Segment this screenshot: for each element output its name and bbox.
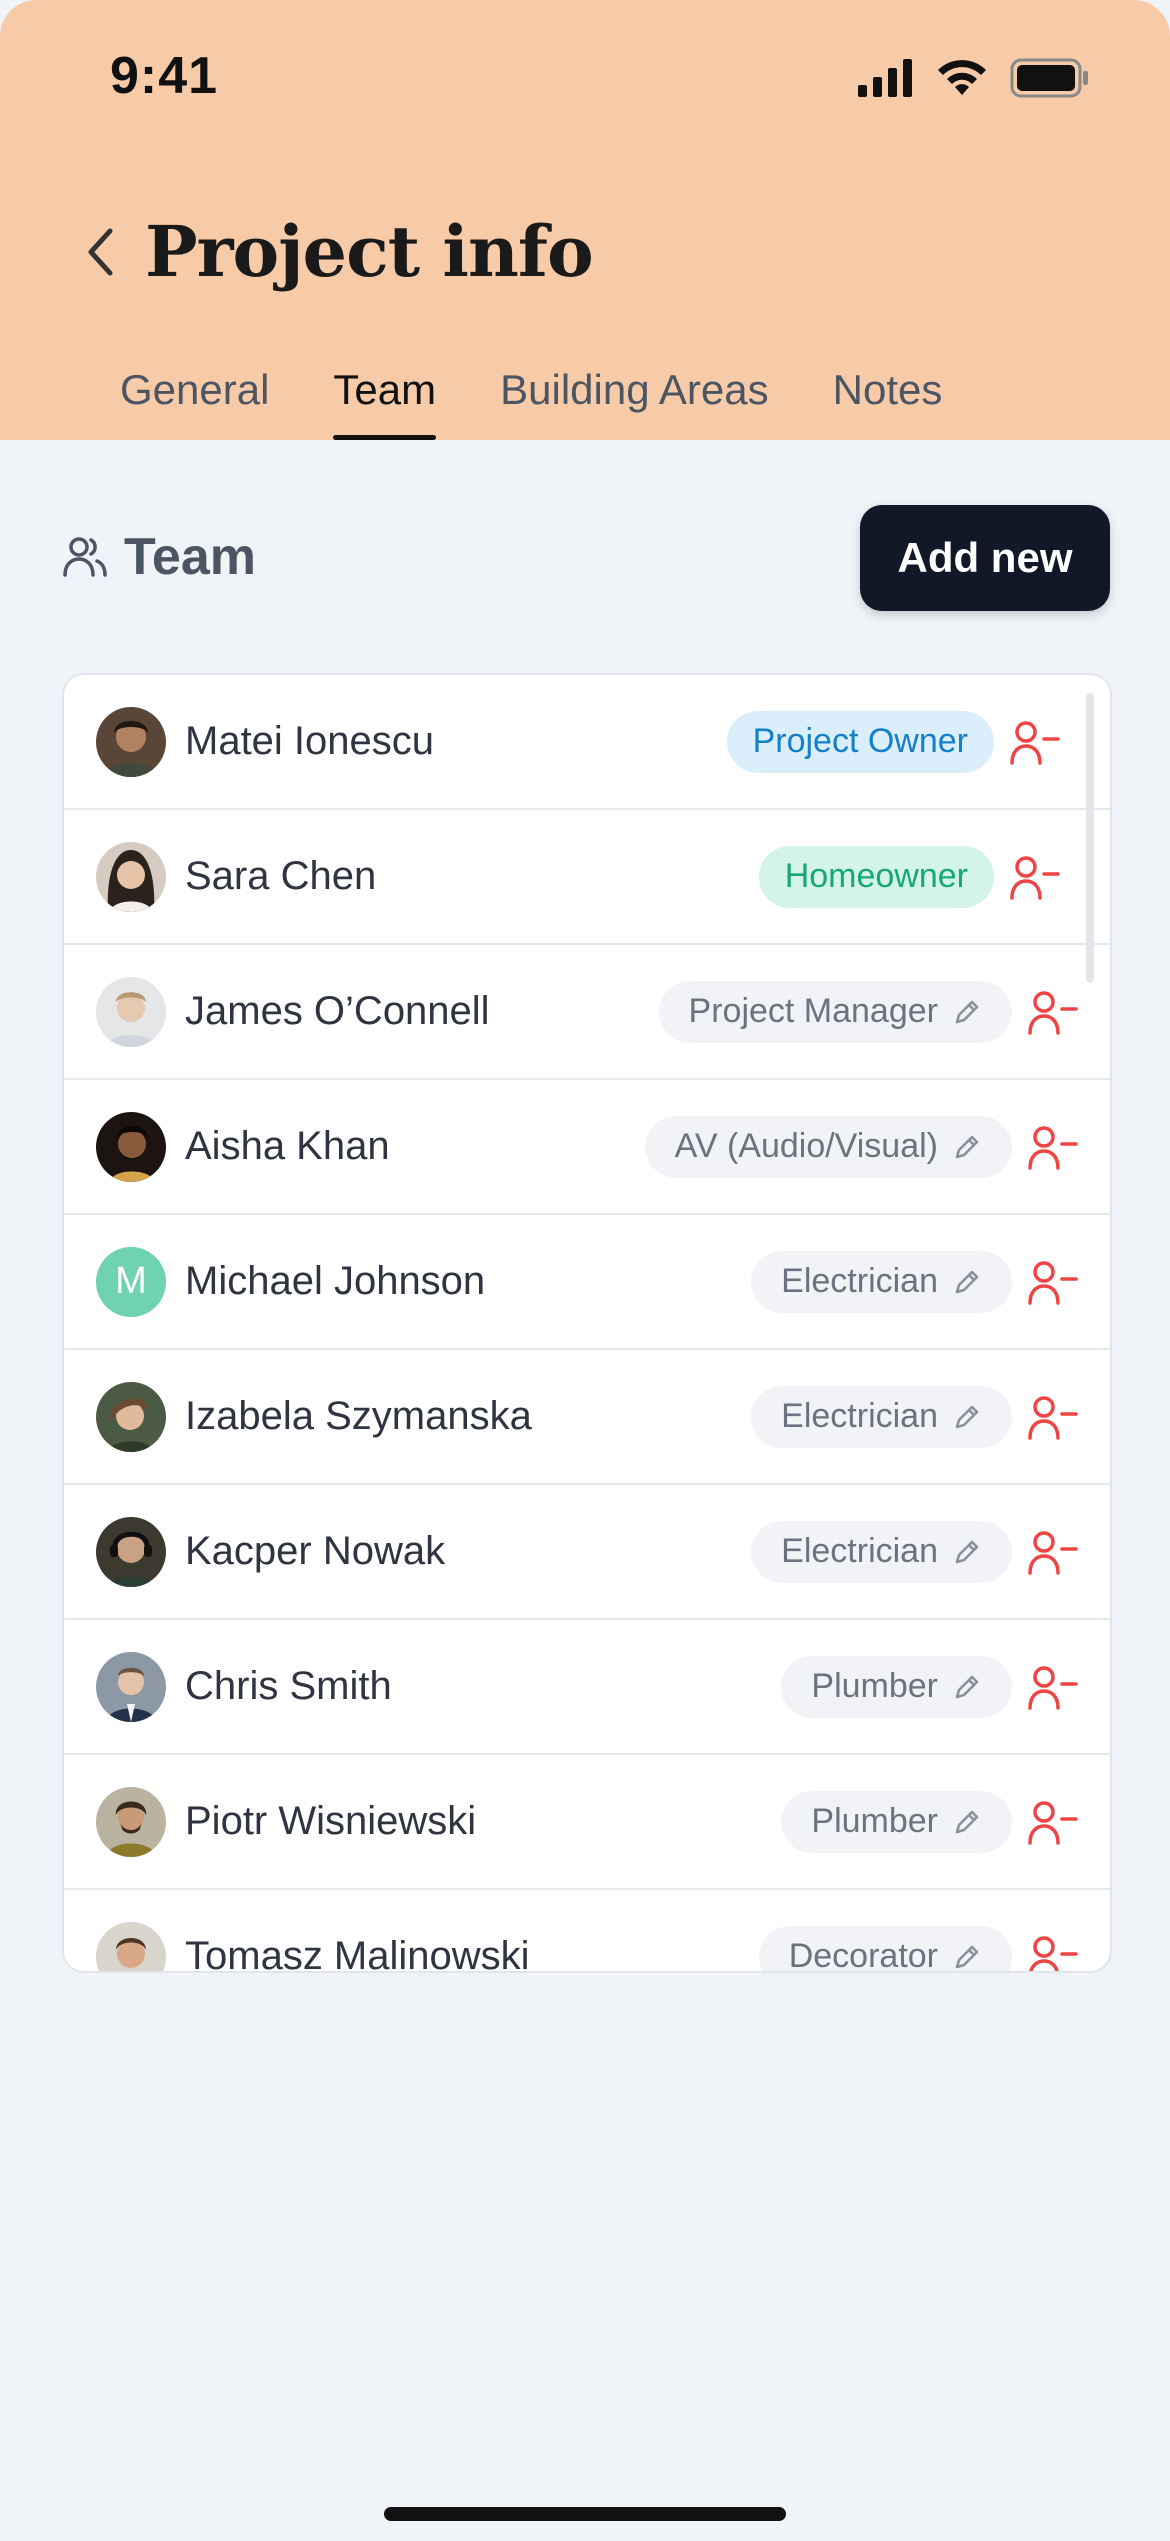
user-minus-icon bbox=[1010, 720, 1060, 765]
tab-general[interactable]: General bbox=[120, 360, 269, 440]
team-member-row[interactable]: Chris Smith Plumber bbox=[64, 1620, 1110, 1755]
pencil-icon bbox=[955, 1810, 979, 1833]
avatar: M bbox=[96, 1246, 166, 1317]
section-title: Team bbox=[124, 528, 256, 586]
team-member-row[interactable]: M Michael Johnson Electrician bbox=[64, 1215, 1110, 1350]
home-indicator[interactable] bbox=[384, 2507, 786, 2521]
user-minus-icon bbox=[1028, 1260, 1078, 1305]
role-label: Electrician bbox=[781, 1532, 938, 1570]
list-scrollbar[interactable] bbox=[1086, 693, 1094, 983]
avatar bbox=[96, 1786, 166, 1857]
avatar bbox=[96, 1921, 166, 1971]
role-label: Plumber bbox=[811, 1667, 938, 1705]
status-icons bbox=[858, 56, 1090, 100]
role-badge[interactable]: Project Manager bbox=[658, 980, 1012, 1043]
remove-member-button[interactable] bbox=[1028, 1664, 1078, 1710]
member-name: James O’Connell bbox=[185, 989, 490, 1033]
tab-notes[interactable]: Notes bbox=[833, 360, 943, 440]
member-name: Izabela Szymanska bbox=[185, 1394, 532, 1438]
team-list[interactable]: Matei Ionescu Project Owner Sara Chen Ho… bbox=[62, 673, 1112, 1973]
team-member-row[interactable]: Matei Ionescu Project Owner bbox=[64, 675, 1110, 810]
avatar bbox=[96, 1651, 166, 1722]
role-badge[interactable]: AV (Audio/Visual) bbox=[644, 1115, 1012, 1178]
remove-member-button[interactable] bbox=[1010, 854, 1060, 900]
user-minus-icon bbox=[1028, 1530, 1078, 1575]
team-member-row[interactable]: James O’Connell Project Manager bbox=[64, 945, 1110, 1080]
role-badge[interactable]: Electrician bbox=[751, 1520, 1012, 1583]
pencil-icon bbox=[955, 1270, 979, 1293]
member-name: Aisha Khan bbox=[185, 1124, 390, 1168]
user-minus-icon bbox=[1028, 1395, 1078, 1440]
remove-member-button[interactable] bbox=[1028, 1259, 1078, 1305]
role-badge[interactable]: Plumber bbox=[781, 1655, 1012, 1718]
remove-member-button[interactable] bbox=[1028, 1394, 1078, 1440]
tab-building-areas[interactable]: Building Areas bbox=[500, 360, 769, 440]
remove-member-button[interactable] bbox=[1028, 1799, 1078, 1845]
tab-team[interactable]: Team bbox=[333, 360, 436, 440]
role-label: Electrician bbox=[781, 1397, 938, 1435]
role-label: Electrician bbox=[781, 1262, 938, 1300]
role-badge: Homeowner bbox=[758, 845, 994, 908]
team-member-row[interactable]: Tomasz Malinowski Decorator bbox=[64, 1890, 1110, 1973]
page-title: Project info bbox=[145, 210, 594, 293]
remove-member-button[interactable] bbox=[1028, 1934, 1078, 1971]
avatar bbox=[96, 976, 166, 1047]
users-icon bbox=[63, 537, 107, 577]
team-member-row[interactable]: Izabela Szymanska Electrician bbox=[64, 1350, 1110, 1485]
tab-bar: General Team Building Areas Notes bbox=[120, 360, 1006, 440]
avatar bbox=[96, 1516, 166, 1587]
member-name: Sara Chen bbox=[185, 854, 377, 898]
team-member-row[interactable]: Aisha Khan AV (Audio/Visual) bbox=[64, 1080, 1110, 1215]
status-time: 9:41 bbox=[110, 47, 219, 105]
role-label: Project Manager bbox=[688, 992, 938, 1030]
team-member-row[interactable]: Piotr Wisniewski Plumber bbox=[64, 1755, 1110, 1890]
role-badge[interactable]: Electrician bbox=[751, 1385, 1012, 1448]
wifi-icon bbox=[938, 60, 986, 95]
user-minus-icon bbox=[1010, 855, 1060, 900]
remove-member-button[interactable] bbox=[1028, 989, 1078, 1035]
signal-icon bbox=[858, 59, 912, 97]
chevron-left-icon bbox=[88, 228, 113, 276]
user-minus-icon bbox=[1028, 990, 1078, 1035]
role-badge: Project Owner bbox=[726, 710, 994, 773]
avatar bbox=[96, 841, 166, 912]
pencil-icon bbox=[955, 1540, 979, 1563]
team-member-row[interactable]: Sara Chen Homeowner bbox=[64, 810, 1110, 945]
role-label: Decorator bbox=[788, 1937, 938, 1973]
pencil-icon bbox=[955, 1675, 979, 1698]
user-minus-icon bbox=[1029, 1935, 1078, 1971]
pencil-icon bbox=[955, 1135, 979, 1158]
avatar bbox=[96, 706, 166, 777]
team-member-row[interactable]: Kacper Nowak Electrician bbox=[64, 1485, 1110, 1620]
role-label: Project Owner bbox=[752, 722, 968, 760]
remove-member-button[interactable] bbox=[1028, 1529, 1078, 1575]
role-label: Homeowner bbox=[784, 857, 968, 895]
role-badge[interactable]: Plumber bbox=[781, 1790, 1012, 1853]
member-name: Tomasz Malinowski bbox=[185, 1934, 530, 1973]
remove-member-button[interactable] bbox=[1010, 719, 1060, 765]
user-minus-icon bbox=[1028, 1665, 1078, 1710]
pencil-icon bbox=[955, 1945, 979, 1968]
role-label: Plumber bbox=[811, 1802, 938, 1840]
app-header: 9:41 Project info General Team Building … bbox=[0, 0, 1170, 440]
avatar bbox=[96, 1381, 166, 1452]
pencil-icon bbox=[955, 1000, 979, 1023]
member-name: Matei Ionescu bbox=[185, 719, 435, 763]
pencil-icon bbox=[955, 1405, 979, 1428]
back-button[interactable] bbox=[72, 218, 128, 286]
battery-icon bbox=[1010, 58, 1088, 98]
member-name: Chris Smith bbox=[185, 1664, 392, 1708]
user-minus-icon bbox=[1028, 1800, 1078, 1845]
role-badge[interactable]: Electrician bbox=[751, 1250, 1012, 1313]
team-section-header: Team Add new bbox=[62, 505, 1110, 615]
role-label: AV (Audio/Visual) bbox=[674, 1127, 938, 1165]
avatar bbox=[96, 1111, 166, 1182]
user-minus-icon bbox=[1028, 1125, 1078, 1170]
add-new-button[interactable]: Add new bbox=[860, 505, 1110, 611]
member-name: Kacper Nowak bbox=[185, 1529, 446, 1573]
remove-member-button[interactable] bbox=[1028, 1124, 1078, 1170]
member-name: Piotr Wisniewski bbox=[185, 1799, 477, 1843]
member-name: Michael Johnson bbox=[185, 1259, 486, 1303]
role-badge[interactable]: Decorator bbox=[758, 1925, 1012, 1973]
